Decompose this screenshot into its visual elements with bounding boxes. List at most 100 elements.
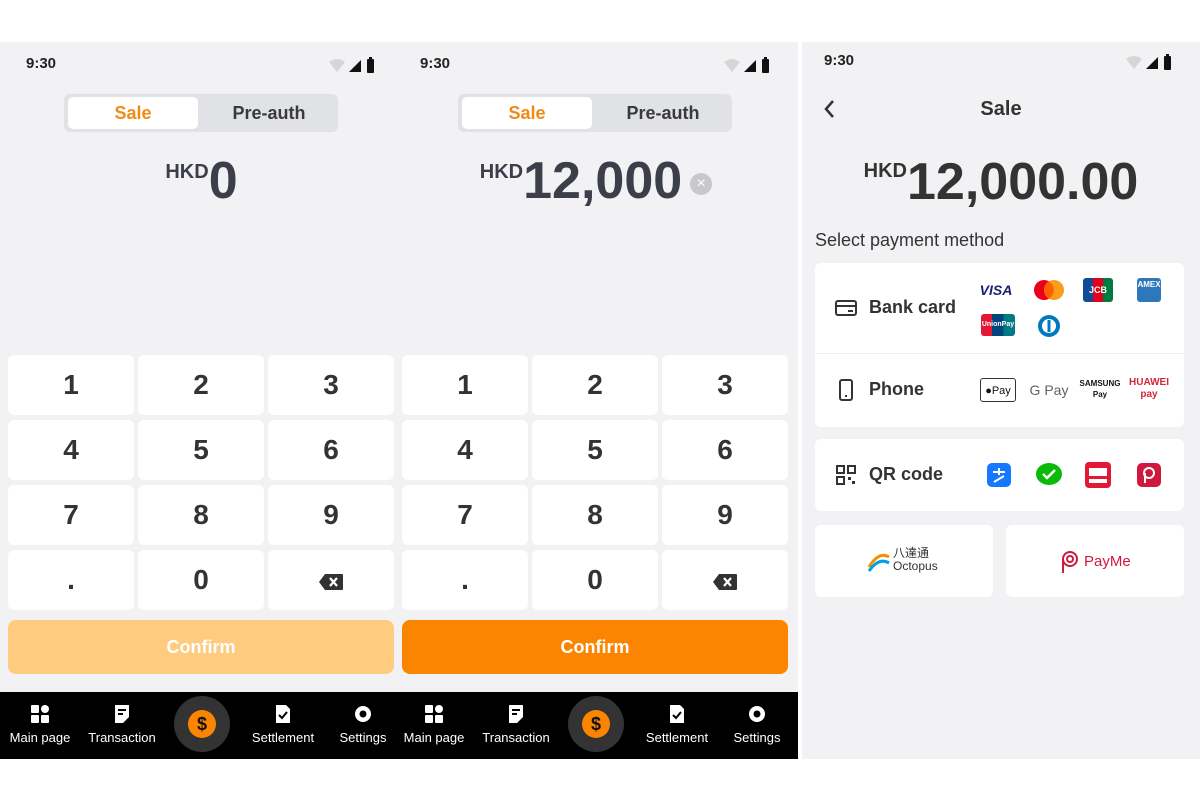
method-phone[interactable]: Phone ●Pay G Pay SAMSUNG Pay HUAWEI pay bbox=[815, 354, 1184, 427]
card-phone-methods: Bank card VISA JCB AMEX UnionPay Phone ●… bbox=[815, 263, 1184, 427]
amount-value: 12,000 bbox=[523, 152, 683, 210]
nav-settlement[interactable]: Settlement bbox=[637, 704, 717, 745]
nav-payment-button[interactable]: $ bbox=[568, 696, 624, 752]
nav-main-page[interactable]: Main page bbox=[394, 704, 474, 745]
backspace-icon bbox=[713, 573, 737, 590]
amount-display: HKD12,000.00 bbox=[802, 154, 1200, 210]
nav-label: Settlement bbox=[251, 730, 315, 745]
nav-label: Settings bbox=[733, 730, 781, 745]
key-8[interactable]: 8 bbox=[138, 485, 264, 545]
key-5[interactable]: 5 bbox=[532, 420, 658, 480]
method-qr-code[interactable]: QR code bbox=[815, 439, 1184, 511]
huawei-pay-logo: HUAWEI pay bbox=[1129, 377, 1169, 400]
amount-value: 12,000.00 bbox=[907, 153, 1139, 211]
tab-sale[interactable]: Sale bbox=[462, 97, 592, 129]
octopus-label: 八達通 Octopus bbox=[893, 546, 938, 573]
currency-label: HKD bbox=[165, 161, 209, 183]
credit-card-icon bbox=[835, 300, 857, 316]
amount-display: HKD12,000 × bbox=[394, 155, 798, 207]
key-6[interactable]: 6 bbox=[268, 420, 394, 480]
grid-icon bbox=[31, 705, 49, 723]
tab-preauth[interactable]: Pre-auth bbox=[598, 97, 728, 129]
method-bank-card[interactable]: Bank card VISA JCB AMEX UnionPay bbox=[815, 263, 1184, 353]
canvas: 9:30 Sale Pre-auth HKD0 1 2 3 4 5 6 7 8 … bbox=[0, 0, 1200, 800]
checklist-icon bbox=[670, 705, 684, 723]
checklist-icon bbox=[276, 705, 290, 723]
key-backspace[interactable] bbox=[662, 550, 788, 610]
payme-label: PayMe bbox=[1084, 553, 1131, 570]
diners-club-logo bbox=[1038, 315, 1060, 337]
nav-label: Main page bbox=[403, 730, 465, 745]
google-pay-logo: G Pay bbox=[1029, 382, 1069, 398]
document-icon bbox=[509, 705, 523, 723]
key-4[interactable]: 4 bbox=[402, 420, 528, 480]
status-time: 9:30 bbox=[26, 55, 57, 72]
apple-pay-logo: ●Pay bbox=[980, 378, 1016, 402]
confirm-button[interactable]: Confirm bbox=[8, 620, 394, 674]
payme-logo-icon bbox=[1062, 551, 1078, 573]
status-time: 9:30 bbox=[824, 52, 855, 69]
key-6[interactable]: 6 bbox=[662, 420, 788, 480]
key-backspace[interactable] bbox=[268, 550, 394, 610]
nav-settlement[interactable]: Settlement bbox=[243, 704, 323, 745]
smartphone-icon bbox=[839, 379, 853, 401]
status-bar: 9:30 bbox=[802, 42, 1200, 84]
nav-main-page[interactable]: Main page bbox=[0, 704, 80, 745]
nav-transaction[interactable]: Transaction bbox=[476, 704, 556, 745]
status-bar: 9:30 bbox=[0, 42, 403, 84]
screen-payment-method: 9:30 Sale HKD12,000.00 Select payment me… bbox=[802, 42, 1200, 759]
nav-label: Transaction bbox=[88, 730, 156, 745]
key-1[interactable]: 1 bbox=[8, 355, 134, 415]
key-decimal[interactable]: . bbox=[402, 550, 528, 610]
grid-icon bbox=[425, 705, 443, 723]
key-2[interactable]: 2 bbox=[532, 355, 658, 415]
key-7[interactable]: 7 bbox=[8, 485, 134, 545]
gear-icon bbox=[749, 706, 765, 722]
sale-preauth-toggle: Sale Pre-auth bbox=[458, 94, 732, 132]
key-5[interactable]: 5 bbox=[138, 420, 264, 480]
currency-label: HKD bbox=[479, 161, 524, 183]
key-9[interactable]: 9 bbox=[268, 485, 394, 545]
jcb-logo: JCB bbox=[1083, 278, 1113, 302]
signal-battery-icon bbox=[724, 57, 769, 73]
status-bar: 9:30 bbox=[394, 42, 798, 84]
clear-amount-icon[interactable]: × bbox=[690, 172, 713, 195]
key-1[interactable]: 1 bbox=[402, 355, 528, 415]
select-payment-heading: Select payment method bbox=[815, 230, 1005, 250]
key-9[interactable]: 9 bbox=[662, 485, 788, 545]
alipay-icon bbox=[987, 463, 1011, 487]
nav-transaction[interactable]: Transaction bbox=[82, 704, 162, 745]
key-0[interactable]: 0 bbox=[138, 550, 264, 610]
key-decimal[interactable]: . bbox=[8, 550, 134, 610]
apple-icon: ● bbox=[985, 385, 992, 397]
nav-settings[interactable]: Settings bbox=[717, 704, 797, 745]
nav-label: Transaction bbox=[482, 730, 550, 745]
nav-label: Settlement bbox=[645, 730, 709, 745]
payme-qr-icon bbox=[1137, 463, 1161, 487]
gear-icon bbox=[355, 706, 371, 722]
key-4[interactable]: 4 bbox=[8, 420, 134, 480]
nav-settings[interactable]: Settings bbox=[323, 704, 403, 745]
amount-value: 0 bbox=[208, 152, 238, 210]
dollar-icon: $ bbox=[582, 710, 610, 738]
method-payme[interactable]: PayMe bbox=[1006, 525, 1184, 597]
wechat-pay-icon bbox=[1036, 463, 1062, 485]
key-0[interactable]: 0 bbox=[532, 550, 658, 610]
key-3[interactable]: 3 bbox=[268, 355, 394, 415]
nav-label: Settings bbox=[339, 730, 387, 745]
key-3[interactable]: 3 bbox=[662, 355, 788, 415]
key-8[interactable]: 8 bbox=[532, 485, 658, 545]
method-octopus[interactable]: 八達通 Octopus bbox=[815, 525, 993, 597]
key-7[interactable]: 7 bbox=[402, 485, 528, 545]
page-title: Sale bbox=[980, 98, 1022, 120]
unionpay-qr-icon bbox=[1085, 462, 1111, 488]
tab-preauth[interactable]: Pre-auth bbox=[204, 97, 334, 129]
status-time: 9:30 bbox=[420, 55, 451, 72]
mastercard-logo bbox=[1034, 280, 1064, 300]
key-2[interactable]: 2 bbox=[138, 355, 264, 415]
nav-payment-button[interactable]: $ bbox=[174, 696, 230, 752]
tab-sale[interactable]: Sale bbox=[68, 97, 198, 129]
confirm-button[interactable]: Confirm bbox=[402, 620, 788, 674]
document-icon bbox=[115, 705, 129, 723]
amex-logo: AMEX bbox=[1137, 278, 1161, 302]
